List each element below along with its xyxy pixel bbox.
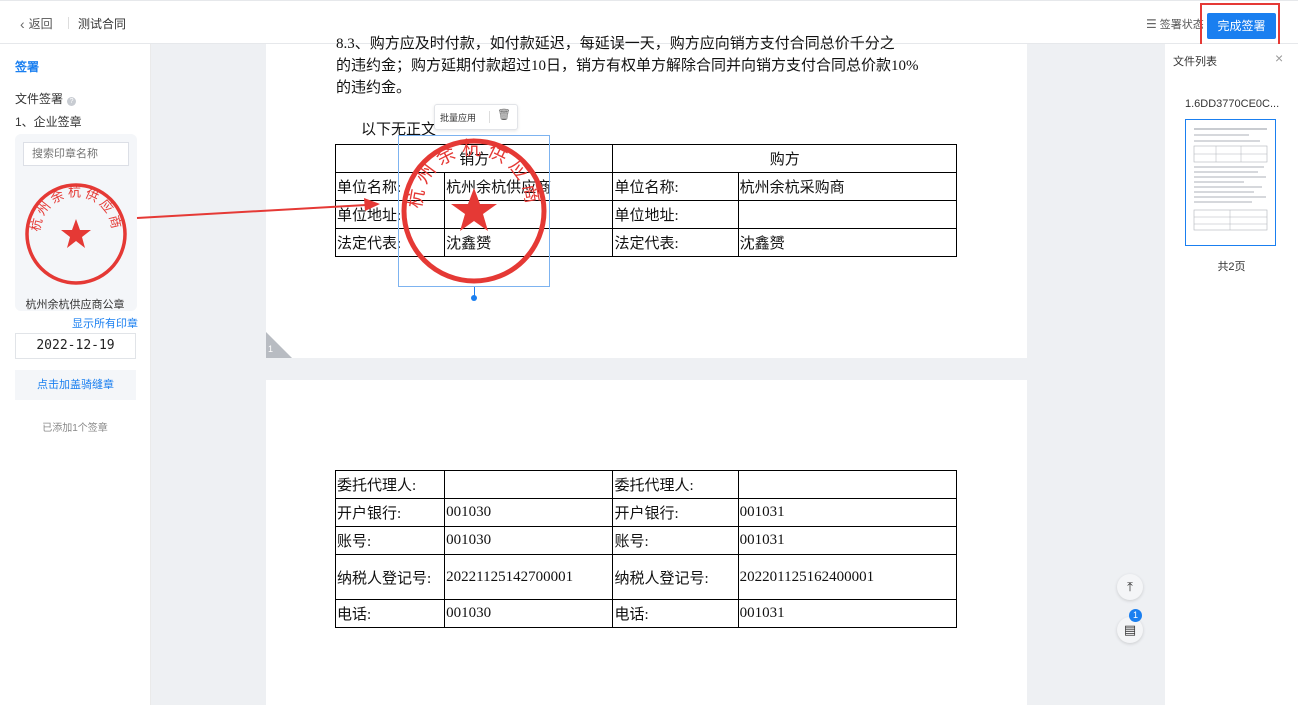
seal-name: 杭州余杭供应商公章 xyxy=(25,299,125,311)
seal-thumbnail[interactable]: 杭州余杭供应商 xyxy=(23,181,129,287)
page-number: 1 xyxy=(268,344,274,354)
sign-sidebar: 签署 文件签署? 1、企业签章 杭州余杭供应商 杭州余杭供应商公章 显示所有印章… xyxy=(0,44,151,705)
table-cell xyxy=(737,200,958,229)
file-list-title: 文件列表 xyxy=(1173,56,1217,68)
document-page-2: 委托代理人: 委托代理人: 开户银行: 001030 开户银行: 001031 … xyxy=(266,380,1027,705)
table-cell: 杭州余杭采购商 xyxy=(737,172,958,201)
table-cell xyxy=(737,470,958,499)
document-icon: ▤ xyxy=(1123,622,1137,637)
table-cell: 001030 xyxy=(444,526,614,555)
table-cell: 沈鑫赟 xyxy=(737,228,958,257)
sign-date-field[interactable]: 2022-12-19 xyxy=(15,333,136,359)
contract-text-line: 的违约金。 xyxy=(336,80,412,96)
table-cell: 20221125142700001 xyxy=(444,554,614,600)
table-cell: 委托代理人: xyxy=(612,470,739,499)
seal-toolbar: 批量应用 🗑 xyxy=(434,104,518,130)
table-cell: 委托代理人: xyxy=(334,470,446,499)
document-title: 测试合同 xyxy=(78,17,127,31)
table-cell: 纳税人登记号: xyxy=(334,554,446,600)
table-row: 纳税人登记号: 20221125142700001 纳税人登记号: 202201… xyxy=(334,554,958,600)
batch-apply-button[interactable]: 批量应用 xyxy=(440,111,476,124)
scroll-top-button[interactable]: ⤒ xyxy=(1117,574,1143,600)
table-cell: 账号: xyxy=(334,526,446,555)
contract-text-line: 的违约金；购方延期付款超过10日，销方有权单方解除合同并向销方支付合同总价款10… xyxy=(336,58,919,74)
buyer-header: 购方 xyxy=(612,144,957,173)
file-sign-text: 文件签署 xyxy=(15,92,64,106)
placed-seal[interactable]: 杭州余杭供应商 xyxy=(399,136,549,286)
show-all-seals-link[interactable]: 显示所有印章 xyxy=(72,315,138,331)
table-cell: 001031 xyxy=(737,526,958,555)
table-row: 委托代理人: 委托代理人: xyxy=(334,470,958,499)
table-cell: 纳税人登记号: xyxy=(612,554,739,600)
file-name[interactable]: 1.6DD3770CE0C... xyxy=(1185,98,1279,110)
table-cell: 法定代表: xyxy=(612,228,739,257)
bank-info-table: 委托代理人: 委托代理人: 开户银行: 001030 开户银行: 001031 … xyxy=(334,470,958,628)
thumbnail-preview xyxy=(1193,128,1268,231)
enterprise-seal-label: 1、企业签章 xyxy=(15,115,82,129)
table-cell: 001030 xyxy=(444,599,614,628)
back-button[interactable]: ‹ 返回 xyxy=(20,15,53,32)
seal-search-input[interactable] xyxy=(23,142,129,166)
page-count: 共2页 xyxy=(1217,261,1246,273)
added-seal-count: 已添加1个签章 xyxy=(42,423,108,434)
close-icon[interactable]: × xyxy=(1275,50,1283,66)
trash-icon[interactable]: 🗑 xyxy=(497,108,511,121)
table-cell: 账号: xyxy=(612,526,739,555)
chevron-left-icon: ‹ xyxy=(20,15,25,32)
rotate-handle[interactable] xyxy=(471,295,477,301)
table-cell: 001031 xyxy=(737,599,958,628)
back-label: 返回 xyxy=(28,17,53,31)
divider xyxy=(489,111,490,123)
table-row: 开户银行: 001030 开户银行: 001031 xyxy=(334,498,958,527)
table-cell: 电话: xyxy=(612,599,739,628)
document-page-1: 8.3、购方应及时付款，如付款延迟，每延误一天，购方应向销方支付合同总价千分之 … xyxy=(266,36,1027,358)
table-cell: 202201125162400001 xyxy=(737,554,958,600)
table-cell: 单位名称: xyxy=(612,172,739,201)
table-cell: 开户银行: xyxy=(612,498,739,527)
table-cell: 001030 xyxy=(444,498,614,527)
table-cell: 001031 xyxy=(737,498,958,527)
sign-status-button[interactable]: ☰ 签署状态 xyxy=(1146,16,1204,32)
table-row: 账号: 001030 账号: 001031 xyxy=(334,526,958,555)
file-thumbnail[interactable] xyxy=(1185,119,1276,246)
table-cell: 开户银行: xyxy=(334,498,446,527)
list-icon: ☰ xyxy=(1146,17,1157,31)
table-cell: 电话: xyxy=(334,599,446,628)
help-icon[interactable]: ? xyxy=(67,97,77,106)
arrow-up-icon: ⤒ xyxy=(1127,579,1133,594)
contract-text-line: 8.3、购方应及时付款，如付款延迟，每延误一天，购方应向销方支付合同总价千分之 xyxy=(336,36,895,52)
sidebar-title: 签署 xyxy=(15,60,40,74)
file-list-panel: 文件列表 × 1.6DD3770CE0C... 共2页 xyxy=(1165,44,1298,705)
table-cell xyxy=(444,470,614,499)
divider xyxy=(68,17,69,29)
sign-status-label: 签署状态 xyxy=(1159,19,1204,31)
table-row: 电话: 001030 电话: 001031 xyxy=(334,599,958,628)
file-sign-label: 文件签署? xyxy=(15,90,77,107)
add-seam-seal-button[interactable]: 点击加盖骑缝章 xyxy=(15,370,136,400)
table-cell: 单位地址: xyxy=(612,200,739,229)
seal-card[interactable]: 杭州余杭供应商 xyxy=(15,134,137,311)
notification-badge: 1 xyxy=(1129,609,1142,622)
